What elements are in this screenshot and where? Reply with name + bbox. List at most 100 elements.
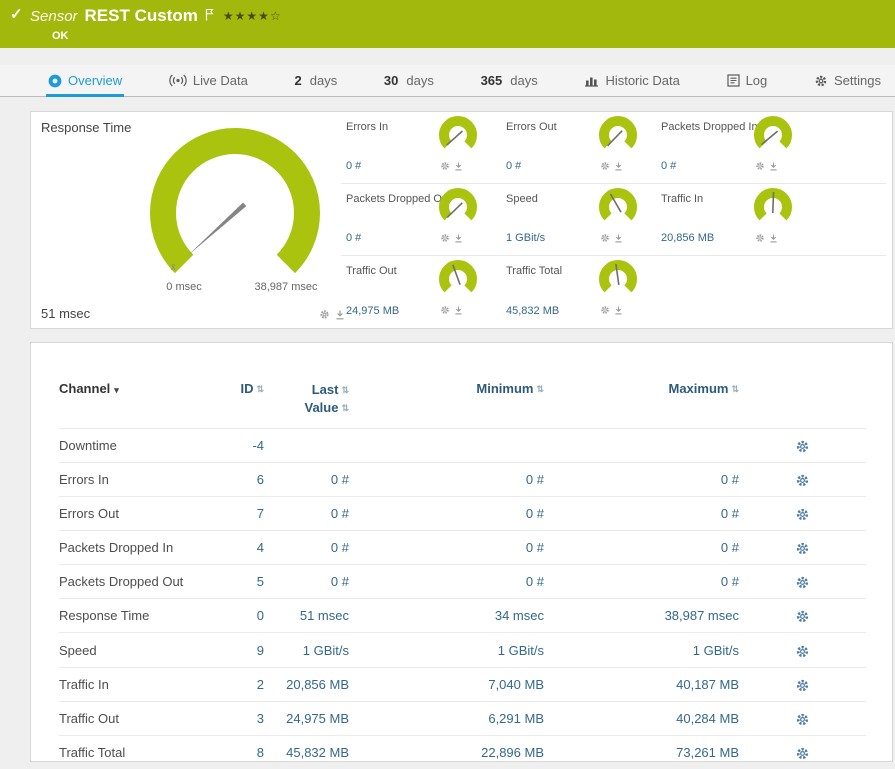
channel-gear-icon[interactable] xyxy=(795,644,810,659)
channel-gear-icon[interactable] xyxy=(795,609,810,624)
channel-max-cell xyxy=(544,429,739,463)
channel-gear-icon[interactable] xyxy=(795,439,810,454)
channel-name-cell: Packets Dropped Out xyxy=(59,565,209,599)
channel-gear-icon[interactable] xyxy=(795,575,810,590)
download-icon[interactable] xyxy=(614,234,623,243)
gauge-title: Traffic Total xyxy=(506,265,562,277)
speed-gauge[interactable] xyxy=(596,187,640,231)
tab-2-days[interactable]: 2 days xyxy=(293,73,340,97)
channel-max-cell: 38,987 msec xyxy=(544,599,739,633)
tab-live-data[interactable]: Live Data xyxy=(167,73,250,97)
table-row[interactable]: Packets Dropped Out 5 0 # 0 # 0 # xyxy=(59,565,866,599)
star-empty-icon[interactable]: ☆ xyxy=(270,9,282,23)
tab-365-days[interactable]: 365 days xyxy=(479,73,540,97)
sort-icon: ⇅ xyxy=(256,384,264,394)
gear-icon[interactable] xyxy=(600,233,610,243)
channel-name-cell: Packets Dropped In xyxy=(59,531,209,565)
gauge-title: Errors In xyxy=(346,121,388,133)
packets-dropped-in-gauge[interactable] xyxy=(751,115,795,159)
channel-min-cell: 6,291 MB xyxy=(349,701,544,735)
channel-gear-icon[interactable] xyxy=(795,746,810,761)
gear-icon[interactable] xyxy=(600,161,610,171)
tab-log[interactable]: Log xyxy=(725,73,770,97)
gear-icon[interactable] xyxy=(440,161,450,171)
channel-id-cell: 2 xyxy=(209,667,264,701)
channel-gear-icon[interactable] xyxy=(795,473,810,488)
gauges-panel: Response Time x̄ 0 msec 38,987 msec 51 m… xyxy=(30,111,893,329)
sort-icon: ⇅ xyxy=(536,384,544,394)
flag-icon[interactable] xyxy=(205,12,214,21)
gauge-value: 0 # xyxy=(506,160,521,172)
traffic-in-gauge[interactable] xyxy=(751,187,795,231)
gauge-actions xyxy=(755,161,778,171)
table-row[interactable]: Traffic In 2 20,856 MB 7,040 MB 40,187 M… xyxy=(59,667,866,701)
star-icon[interactable]: ★ xyxy=(235,9,247,23)
gauge-actions xyxy=(440,305,463,315)
channel-last-cell: 0 # xyxy=(264,531,349,565)
response-time-gauge[interactable]: x̄ 0 msec 38,987 msec xyxy=(135,118,335,298)
download-icon[interactable] xyxy=(454,162,463,171)
gauge-cell-errors-in: Errors In 0 # xyxy=(341,112,501,184)
tab-historic-data[interactable]: Historic Data xyxy=(582,73,681,97)
gauge-value: 0 # xyxy=(346,232,361,244)
star-icon[interactable]: ★ xyxy=(223,9,235,23)
channel-table: Channel▾ ID⇅ Last⇅ Value⇅ Minimum⇅ xyxy=(59,365,866,769)
traffic-out-gauge[interactable] xyxy=(436,259,480,303)
table-row[interactable]: Errors In 6 0 # 0 # 0 # xyxy=(59,463,866,497)
tab-30-days[interactable]: 30 days xyxy=(382,73,436,97)
column-header-last-value[interactable]: Last⇅ Value⇅ xyxy=(264,365,349,429)
download-icon[interactable] xyxy=(614,162,623,171)
table-row[interactable]: Traffic Total 8 45,832 MB 22,896 MB 73,2… xyxy=(59,735,866,769)
gear-icon[interactable] xyxy=(755,233,765,243)
table-row[interactable]: Traffic Out 3 24,975 MB 6,291 MB 40,284 … xyxy=(59,701,866,735)
tab-settings[interactable]: Settings xyxy=(812,73,883,97)
traffic-total-gauge[interactable] xyxy=(596,259,640,303)
channel-name-cell: Traffic Out xyxy=(59,701,209,735)
tab-overview[interactable]: Overview xyxy=(46,73,124,97)
channel-min-cell: 7,040 MB xyxy=(349,667,544,701)
channel-gear-icon[interactable] xyxy=(795,507,810,522)
packets-dropped-out-gauge[interactable] xyxy=(436,187,480,231)
table-row[interactable]: Downtime -4 xyxy=(59,429,866,463)
channel-name-cell: Errors Out xyxy=(59,497,209,531)
page-title: REST Custom xyxy=(85,6,198,26)
gear-icon[interactable] xyxy=(319,309,330,320)
column-header-minimum[interactable]: Minimum⇅ xyxy=(349,365,544,429)
tab-30-days-label: days xyxy=(406,73,433,88)
star-icon[interactable]: ★ xyxy=(258,9,270,23)
channel-min-cell: 0 # xyxy=(349,531,544,565)
star-icon[interactable]: ★ xyxy=(246,9,258,23)
download-icon[interactable] xyxy=(454,306,463,315)
table-row[interactable]: Errors Out 7 0 # 0 # 0 # xyxy=(59,497,866,531)
gear-icon[interactable] xyxy=(440,233,450,243)
tab-30-days-number: 30 xyxy=(384,73,398,88)
historic-data-icon xyxy=(584,74,599,87)
gauge-title: Traffic In xyxy=(661,193,703,205)
gear-icon[interactable] xyxy=(440,305,450,315)
channel-id-cell: 5 xyxy=(209,565,264,599)
table-row[interactable]: Response Time 0 51 msec 34 msec 38,987 m… xyxy=(59,599,866,633)
errors-in-gauge[interactable] xyxy=(436,115,480,159)
gear-icon[interactable] xyxy=(755,161,765,171)
channel-gear-icon[interactable] xyxy=(795,541,810,556)
status-check-icon: ✓ xyxy=(10,5,23,23)
channel-name-cell: Traffic In xyxy=(59,667,209,701)
channel-gear-icon[interactable] xyxy=(795,678,810,693)
column-header-maximum[interactable]: Maximum⇅ xyxy=(544,365,739,429)
column-header-channel[interactable]: Channel▾ xyxy=(59,365,209,429)
column-header-id[interactable]: ID⇅ xyxy=(209,365,264,429)
channel-gear-icon[interactable] xyxy=(795,712,810,727)
gauge-value: 20,856 MB xyxy=(661,232,714,244)
download-icon[interactable] xyxy=(614,306,623,315)
download-icon[interactable] xyxy=(769,162,778,171)
channel-max-cell: 0 # xyxy=(544,463,739,497)
errors-out-gauge[interactable] xyxy=(596,115,640,159)
priority-stars[interactable]: ★★★★☆ xyxy=(223,9,282,23)
gauge-title: Traffic Out xyxy=(346,265,397,277)
download-icon[interactable] xyxy=(769,234,778,243)
gear-icon[interactable] xyxy=(600,305,610,315)
table-row[interactable]: Speed 9 1 GBit/s 1 GBit/s 1 GBit/s xyxy=(59,633,866,667)
download-icon[interactable] xyxy=(454,234,463,243)
channel-id-cell: 9 xyxy=(209,633,264,667)
table-row[interactable]: Packets Dropped In 4 0 # 0 # 0 # xyxy=(59,531,866,565)
